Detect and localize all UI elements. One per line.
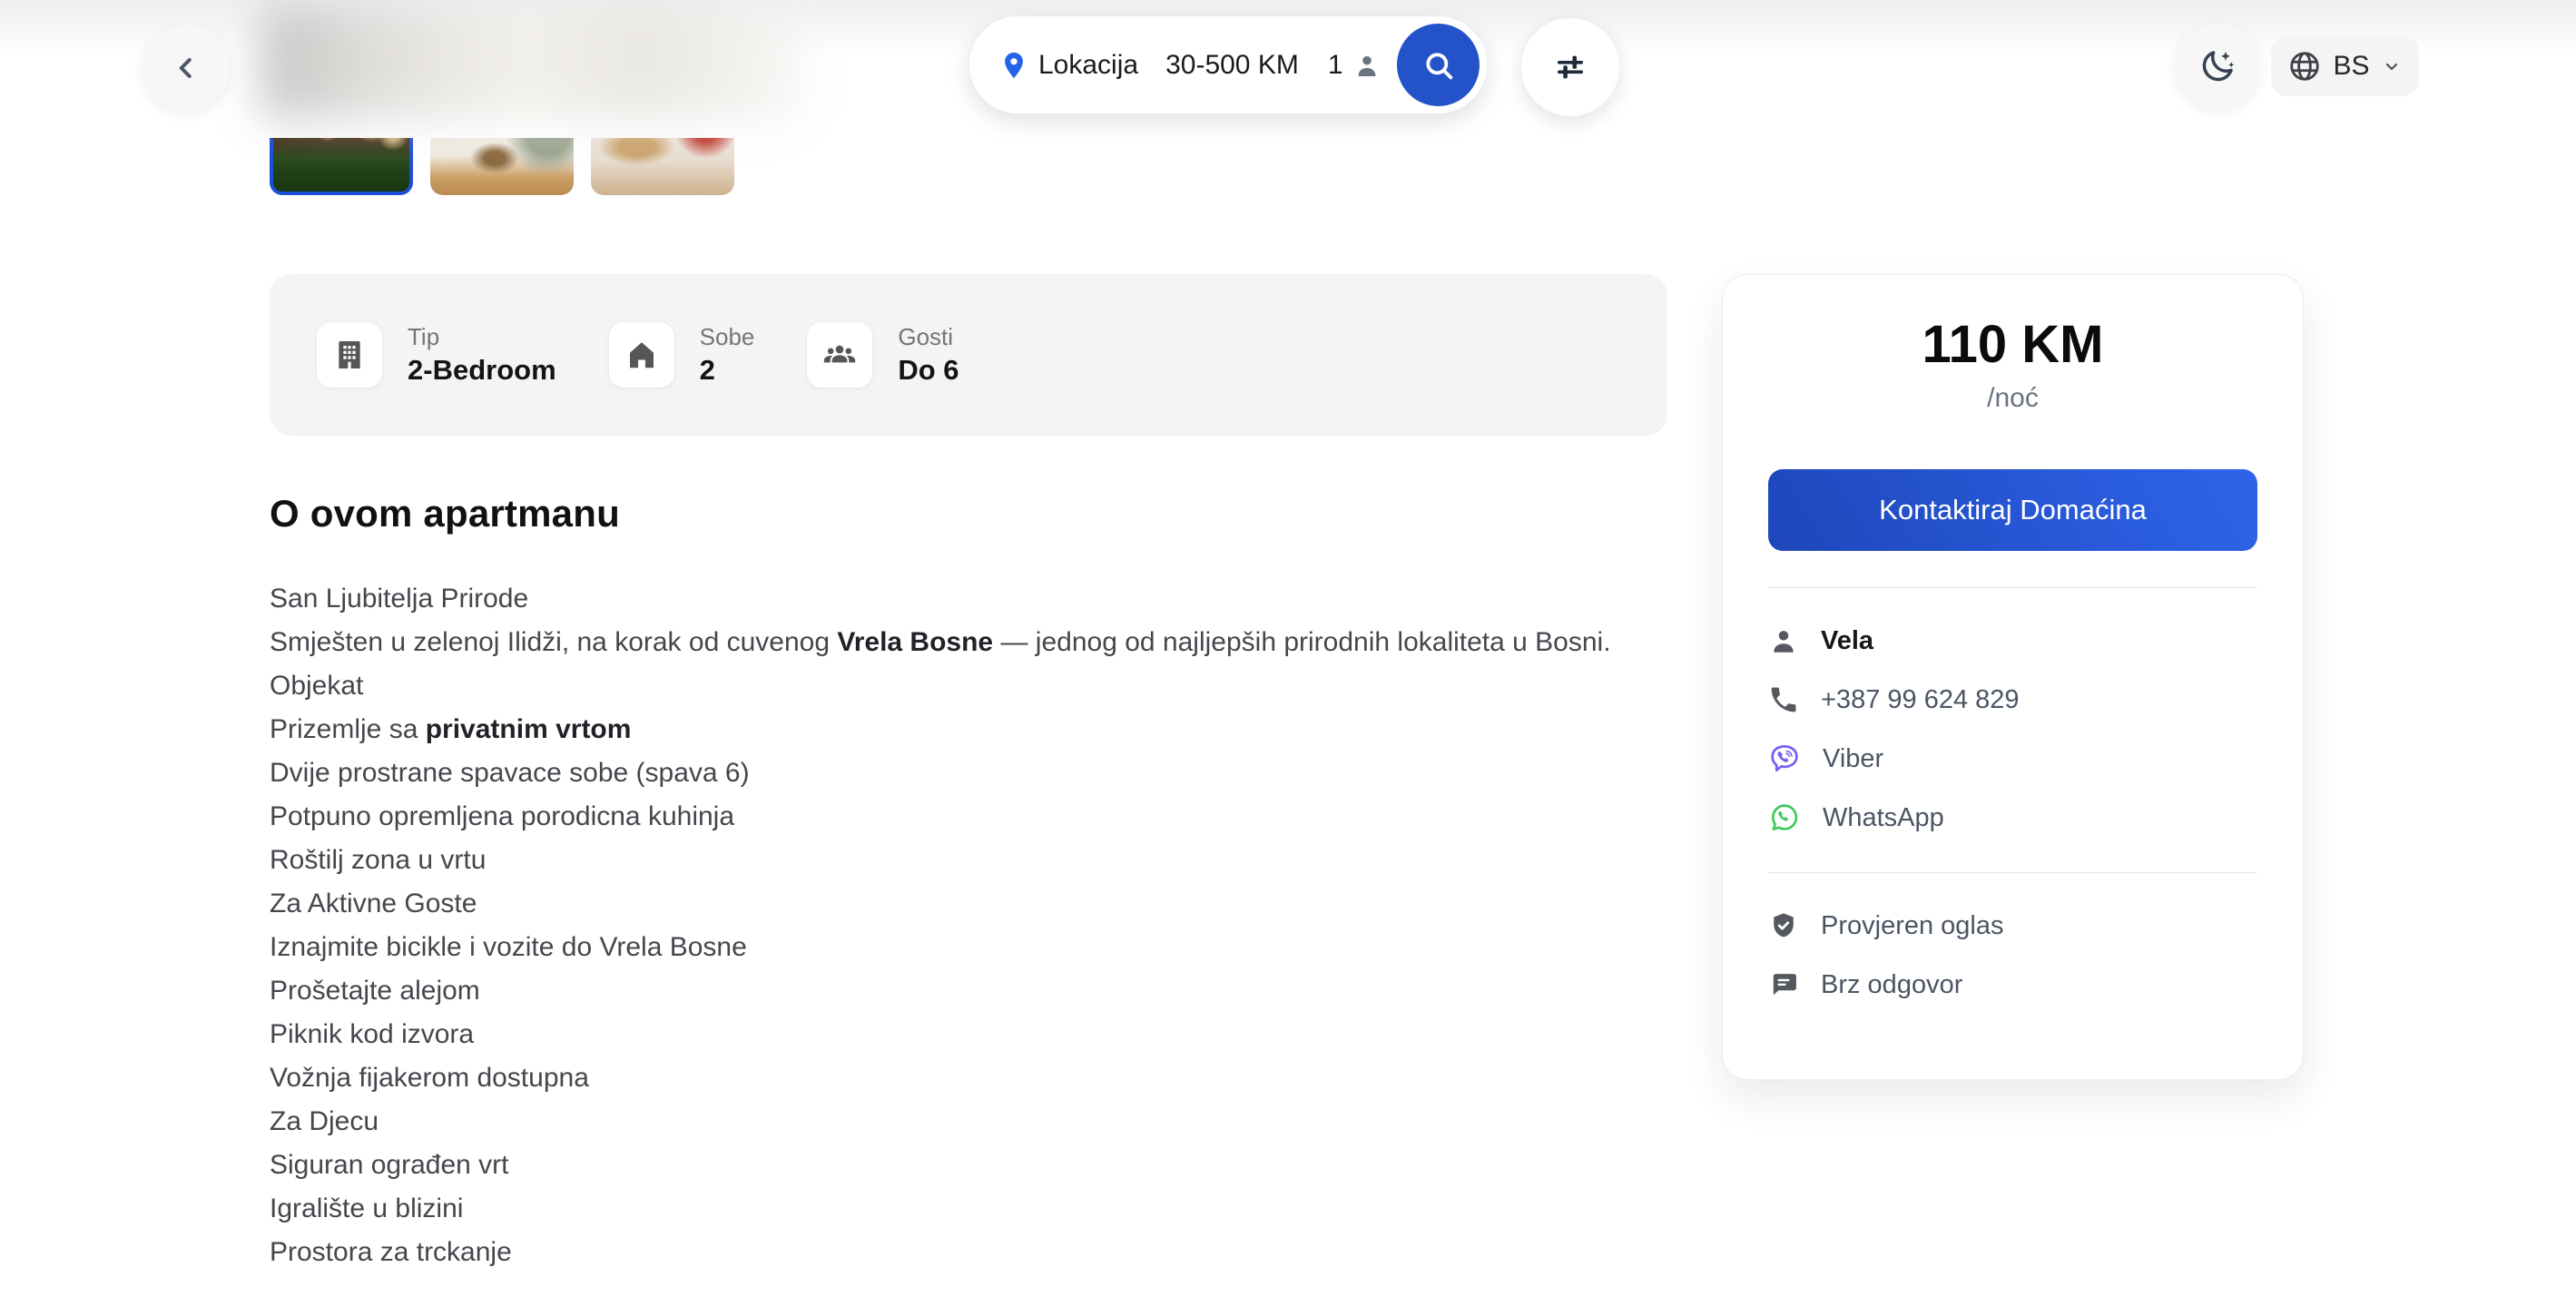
spec-item-rooms: Sobe 2 — [609, 321, 755, 388]
fast-reply-badge: Brz odgovor — [1768, 967, 2257, 1003]
tune-sliders-icon — [1551, 48, 1589, 86]
about-description: San Ljubitelja Prirode Smješten u zeleno… — [270, 577, 1631, 1274]
search-location-segment: Lokacija — [998, 50, 1138, 81]
chat-bubble-icon — [1768, 969, 1799, 1000]
description-line: Prostora za trckanje — [270, 1231, 1631, 1274]
search-guests-segment: 1 — [1328, 50, 1381, 81]
building-icon — [317, 322, 382, 388]
house-icon — [609, 322, 674, 388]
whatsapp-row[interactable]: WhatsApp — [1768, 800, 2257, 836]
shield-check-icon — [1768, 910, 1799, 941]
description-line: Objekat — [270, 664, 1631, 708]
blurred-listing-title — [260, 5, 804, 120]
property-specs-card: Tip 2-Bedroom Sobe 2 Gosti Do 6 — [270, 274, 1667, 436]
search-guests-count: 1 — [1328, 50, 1343, 81]
spec-label: Tip — [408, 321, 556, 352]
description-line: Igralište u blizini — [270, 1187, 1631, 1231]
language-selector[interactable]: BS — [2271, 36, 2419, 96]
divider — [1768, 587, 2257, 588]
search-bar[interactable]: Lokacija 30-500 KM 1 — [969, 16, 1487, 113]
viber-label: Viber — [1823, 744, 1883, 774]
people-icon — [807, 322, 872, 388]
description-line: Za Djecu — [270, 1100, 1631, 1144]
search-price-range: 30-500 KM — [1165, 50, 1299, 81]
search-icon — [1421, 47, 1457, 83]
filters-button[interactable] — [1521, 18, 1619, 116]
divider — [1768, 872, 2257, 873]
description-line: Roštilj zona u vrtu — [270, 839, 1631, 882]
price-unit: /noć — [1768, 380, 2257, 417]
description-line: San Ljubitelja Prirode — [270, 577, 1631, 621]
spec-value: 2 — [700, 352, 755, 388]
spec-label: Gosti — [898, 321, 959, 352]
host-person-icon — [1768, 625, 1799, 656]
viber-icon — [1768, 742, 1801, 775]
search-location-label: Lokacija — [1038, 50, 1138, 81]
spec-value: Do 6 — [898, 352, 959, 388]
globe-icon — [2287, 49, 2322, 83]
fast-reply-label: Brz odgovor — [1821, 970, 1962, 1000]
verified-listing-badge: Provjeren oglas — [1768, 908, 2257, 944]
spec-value: 2-Bedroom — [408, 352, 556, 388]
description-line: Prizemlje sa privatnim vrtom — [270, 708, 1631, 751]
price-per-night: 110 KM — [1768, 315, 2257, 375]
spec-label: Sobe — [700, 321, 755, 352]
description-line: Vožnja fijakerom dostupna — [270, 1056, 1631, 1100]
chevron-down-icon — [2381, 55, 2403, 77]
theme-toggle-button[interactable] — [2175, 24, 2260, 109]
language-code: BS — [2333, 51, 2369, 82]
viber-row[interactable]: Viber — [1768, 741, 2257, 777]
whatsapp-label: WhatsApp — [1823, 803, 1944, 833]
host-name-row: Vela — [1768, 623, 2257, 659]
spec-item-type: Tip 2-Bedroom — [317, 321, 556, 388]
whatsapp-icon — [1768, 801, 1801, 834]
chevron-left-icon — [170, 52, 202, 84]
host-name: Vela — [1821, 626, 1873, 656]
description-line: Dvije prostrane spavace sobe (spava 6) — [270, 751, 1631, 795]
description-line: Potpuno opremljena porodicna kuhinja — [270, 795, 1631, 839]
description-line: Piknik kod izvora — [270, 1013, 1631, 1056]
phone-row[interactable]: +387 99 624 829 — [1768, 682, 2257, 718]
trust-badges: Provjeren oglas Brz odgovor — [1768, 908, 2257, 1003]
about-section-title: O ovom apartmanu — [270, 492, 620, 535]
description-line: Smješten u zelenoj Ilidži, na korak od c… — [270, 621, 1631, 664]
host-contact-list: Vela +387 99 624 829 Viber — [1768, 623, 2257, 836]
phone-icon — [1768, 684, 1799, 715]
contact-host-button[interactable]: Kontaktiraj Domaćina — [1768, 469, 2257, 551]
host-phone-number: +387 99 624 829 — [1821, 685, 2020, 715]
moon-stars-icon — [2197, 46, 2237, 86]
guest-person-icon — [1352, 51, 1381, 80]
back-button[interactable] — [143, 25, 230, 112]
verified-listing-label: Provjeren oglas — [1821, 911, 2004, 941]
booking-card: 110 KM /noć Kontaktiraj Domaćina Vela +3… — [1722, 274, 2304, 1080]
description-line: Prošetajte alejom — [270, 969, 1631, 1013]
description-line: Za Aktivne Goste — [270, 882, 1631, 926]
top-header: Lokacija 30-500 KM 1 — [0, 0, 2576, 138]
location-pin-icon — [998, 50, 1029, 81]
spec-item-guests: Gosti Do 6 — [807, 321, 959, 388]
description-line: Siguran ograđen vrt — [270, 1144, 1631, 1187]
search-submit-button[interactable] — [1397, 24, 1480, 106]
description-line: Iznajmite bicikle i vozite do Vrela Bosn… — [270, 926, 1631, 969]
